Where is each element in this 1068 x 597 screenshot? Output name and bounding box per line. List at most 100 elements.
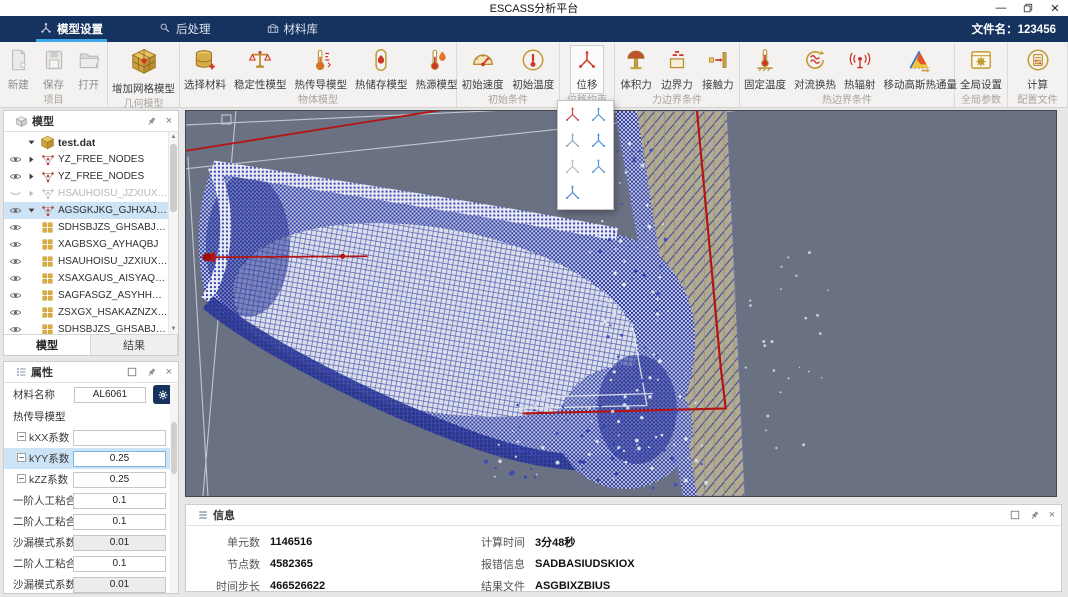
close-icon[interactable]: × [1049,510,1055,521]
visibility-eye-icon[interactable] [7,255,23,268]
tree-item[interactable]: test.dat [4,134,168,151]
info-value: ASGBIXZBIUS [535,580,1061,592]
toolbar-button-initial-temperature[interactable]: 初始温度 [508,45,558,94]
scrollbar-thumb[interactable] [170,144,177,212]
expander-icon[interactable] [17,453,26,465]
float-panel-icon[interactable] [1010,510,1020,520]
toolbar: 新建保存打开项目增加网格模型几何模型选择材料稳定性模型热传导模型热储存模型热源模… [0,42,1068,108]
visibility-eye-icon[interactable] [7,272,23,285]
visibility-eye-icon[interactable] [7,170,23,183]
toolbar-button-new-file[interactable]: 新建 [1,45,35,94]
toolbar-button-stability-model[interactable]: 稳定性模型 [230,45,291,94]
caret-right-icon[interactable] [25,155,37,164]
scroll-down-icon[interactable]: ▼ [169,324,178,334]
tree-item[interactable]: SAGFASGZ_ASYHHXSN [4,287,168,304]
tab-material-library[interactable]: 材料库 [251,16,335,42]
property-value-input[interactable] [73,430,166,446]
toolbar-button-convection[interactable]: 对流换热 [790,45,840,94]
expander-icon[interactable] [17,474,26,486]
toolbar-button-fixed-temperature[interactable]: 固定温度 [740,45,790,94]
toolbar-button-global-settings[interactable]: 全局设置 [956,45,1006,94]
property-row: 二阶人工粘合性 [4,511,178,532]
property-value-input[interactable] [73,472,166,488]
property-value-input[interactable] [73,493,166,509]
property-value-input[interactable] [73,556,166,572]
property-row: kXX系数 [4,427,178,448]
caret-down-icon[interactable] [25,138,37,147]
tree-item[interactable]: YZ_FREE_NODES [4,168,168,185]
displacement-dof-option-6[interactable] [586,157,610,179]
displacement-dof-option-5[interactable] [561,157,585,179]
property-value-input[interactable] [73,577,166,593]
toolbar-button-select-material[interactable]: 选择材料 [180,45,230,94]
property-row: 沙漏模式系数 [4,532,178,553]
property-value-input[interactable] [73,451,166,467]
axis-constraint-icon [589,157,608,179]
viewport-3d-scene[interactable] [186,111,1056,496]
caret-right-icon[interactable] [25,189,37,198]
toolbar-button-thermal-radiation[interactable]: 热辐射 [840,45,880,94]
tree-item[interactable]: XAGBSXG_AYHAQBJ [4,236,168,253]
visibility-eye-icon[interactable] [7,204,23,217]
toolbar-button-heat-source-model[interactable]: 热源模型 [412,45,462,94]
caret-right-icon[interactable] [25,172,37,181]
toolbar-button-contact-force[interactable]: 接触力 [698,45,738,94]
property-value-input[interactable] [73,514,166,530]
toolbar-button-moving-gaussian-heat-flux[interactable]: 移动高斯热通量 [880,45,962,94]
close-icon[interactable]: × [166,116,172,127]
material-name-input[interactable] [74,387,146,403]
toolbar-button-boundary-force[interactable]: 边界力 [657,45,697,94]
displacement-dof-option-3[interactable] [561,131,585,153]
visibility-eye-icon[interactable] [7,289,23,302]
tree-item[interactable]: HSAUHOISU_JZXIUXHAHX [4,185,168,202]
property-value-input[interactable] [73,535,166,551]
toolbar-button-displacement[interactable]: 位移 [570,45,604,94]
tree-item[interactable]: ZSXGX_HSAKAZNZXK_AHASX [4,304,168,321]
visibility-eye-icon[interactable] [7,323,23,334]
scroll-up-icon[interactable]: ▲ [169,132,178,142]
tab-model-settings[interactable]: 模型设置 [24,16,119,42]
minimize-icon[interactable]: — [994,1,1008,15]
properties-scrollbar[interactable] [170,384,178,593]
expander-icon[interactable] [17,432,26,444]
fixed-temperature-icon [752,47,778,76]
tree-item[interactable]: YZ_FREE_NODES [4,151,168,168]
visibility-eye-closed-icon[interactable] [7,187,23,200]
pin-icon[interactable] [146,367,157,378]
tree-scrollbar[interactable]: ▲ ▼ [168,132,178,334]
displacement-dof-option-4[interactable] [586,131,610,153]
restore-icon[interactable] [1021,1,1035,15]
tab-results[interactable]: 结果 [91,335,178,355]
visibility-eye-icon[interactable] [7,153,23,166]
toolbar-button-initial-velocity[interactable]: 初始速度 [458,45,508,94]
scrollbar-thumb[interactable] [171,422,177,474]
toolbar-button-save[interactable]: 保存 [37,45,71,94]
tab-model[interactable]: 模型 [4,335,91,355]
caret-down-icon[interactable] [25,206,37,215]
toolbar-button-add-mesh-model[interactable]: 增加网格模型 [108,45,179,98]
close-icon[interactable]: ✕ [1048,1,1062,15]
visibility-eye-icon[interactable] [7,238,23,251]
tree-item[interactable]: SDHSBJZS_GHSABJHB_ZAHU [4,321,168,334]
toolbar-button-heat-conduction-model[interactable]: 热传导模型 [291,45,352,94]
pin-icon[interactable] [1029,510,1040,521]
tab-post-processing[interactable]: 后处理 [143,16,227,42]
visibility-eye-icon[interactable] [7,221,23,234]
initial-temperature-icon [520,47,546,76]
float-panel-icon[interactable] [127,367,137,377]
toolbar-button-body-force[interactable]: 体积力 [616,45,656,94]
tree-item[interactable]: AGSGKJKG_GJHXAJKHXA [4,202,168,219]
displacement-dof-option-7[interactable] [561,183,585,205]
visibility-eye-icon[interactable] [7,306,23,319]
close-icon[interactable]: × [166,367,172,378]
toolbar-group: 体积力边界力接触力力边界条件 [615,42,740,107]
tree-item[interactable]: XSAXGAUS_AISYAQSH_ASHX [4,270,168,287]
displacement-dof-option-1[interactable] [561,105,585,127]
pin-icon[interactable] [146,116,157,127]
displacement-dof-option-2[interactable] [586,105,610,127]
tree-item[interactable]: HSAUHOISU_JZXIUXHAHX [4,253,168,270]
toolbar-button-open-folder[interactable]: 打开 [72,45,106,94]
tree-item[interactable]: SDHSBJZS_GHSABJHB_ZAHU [4,219,168,236]
toolbar-button-heat-storage-model[interactable]: 热储存模型 [351,45,412,94]
toolbar-button-compute[interactable]: 计算 [1021,45,1055,94]
